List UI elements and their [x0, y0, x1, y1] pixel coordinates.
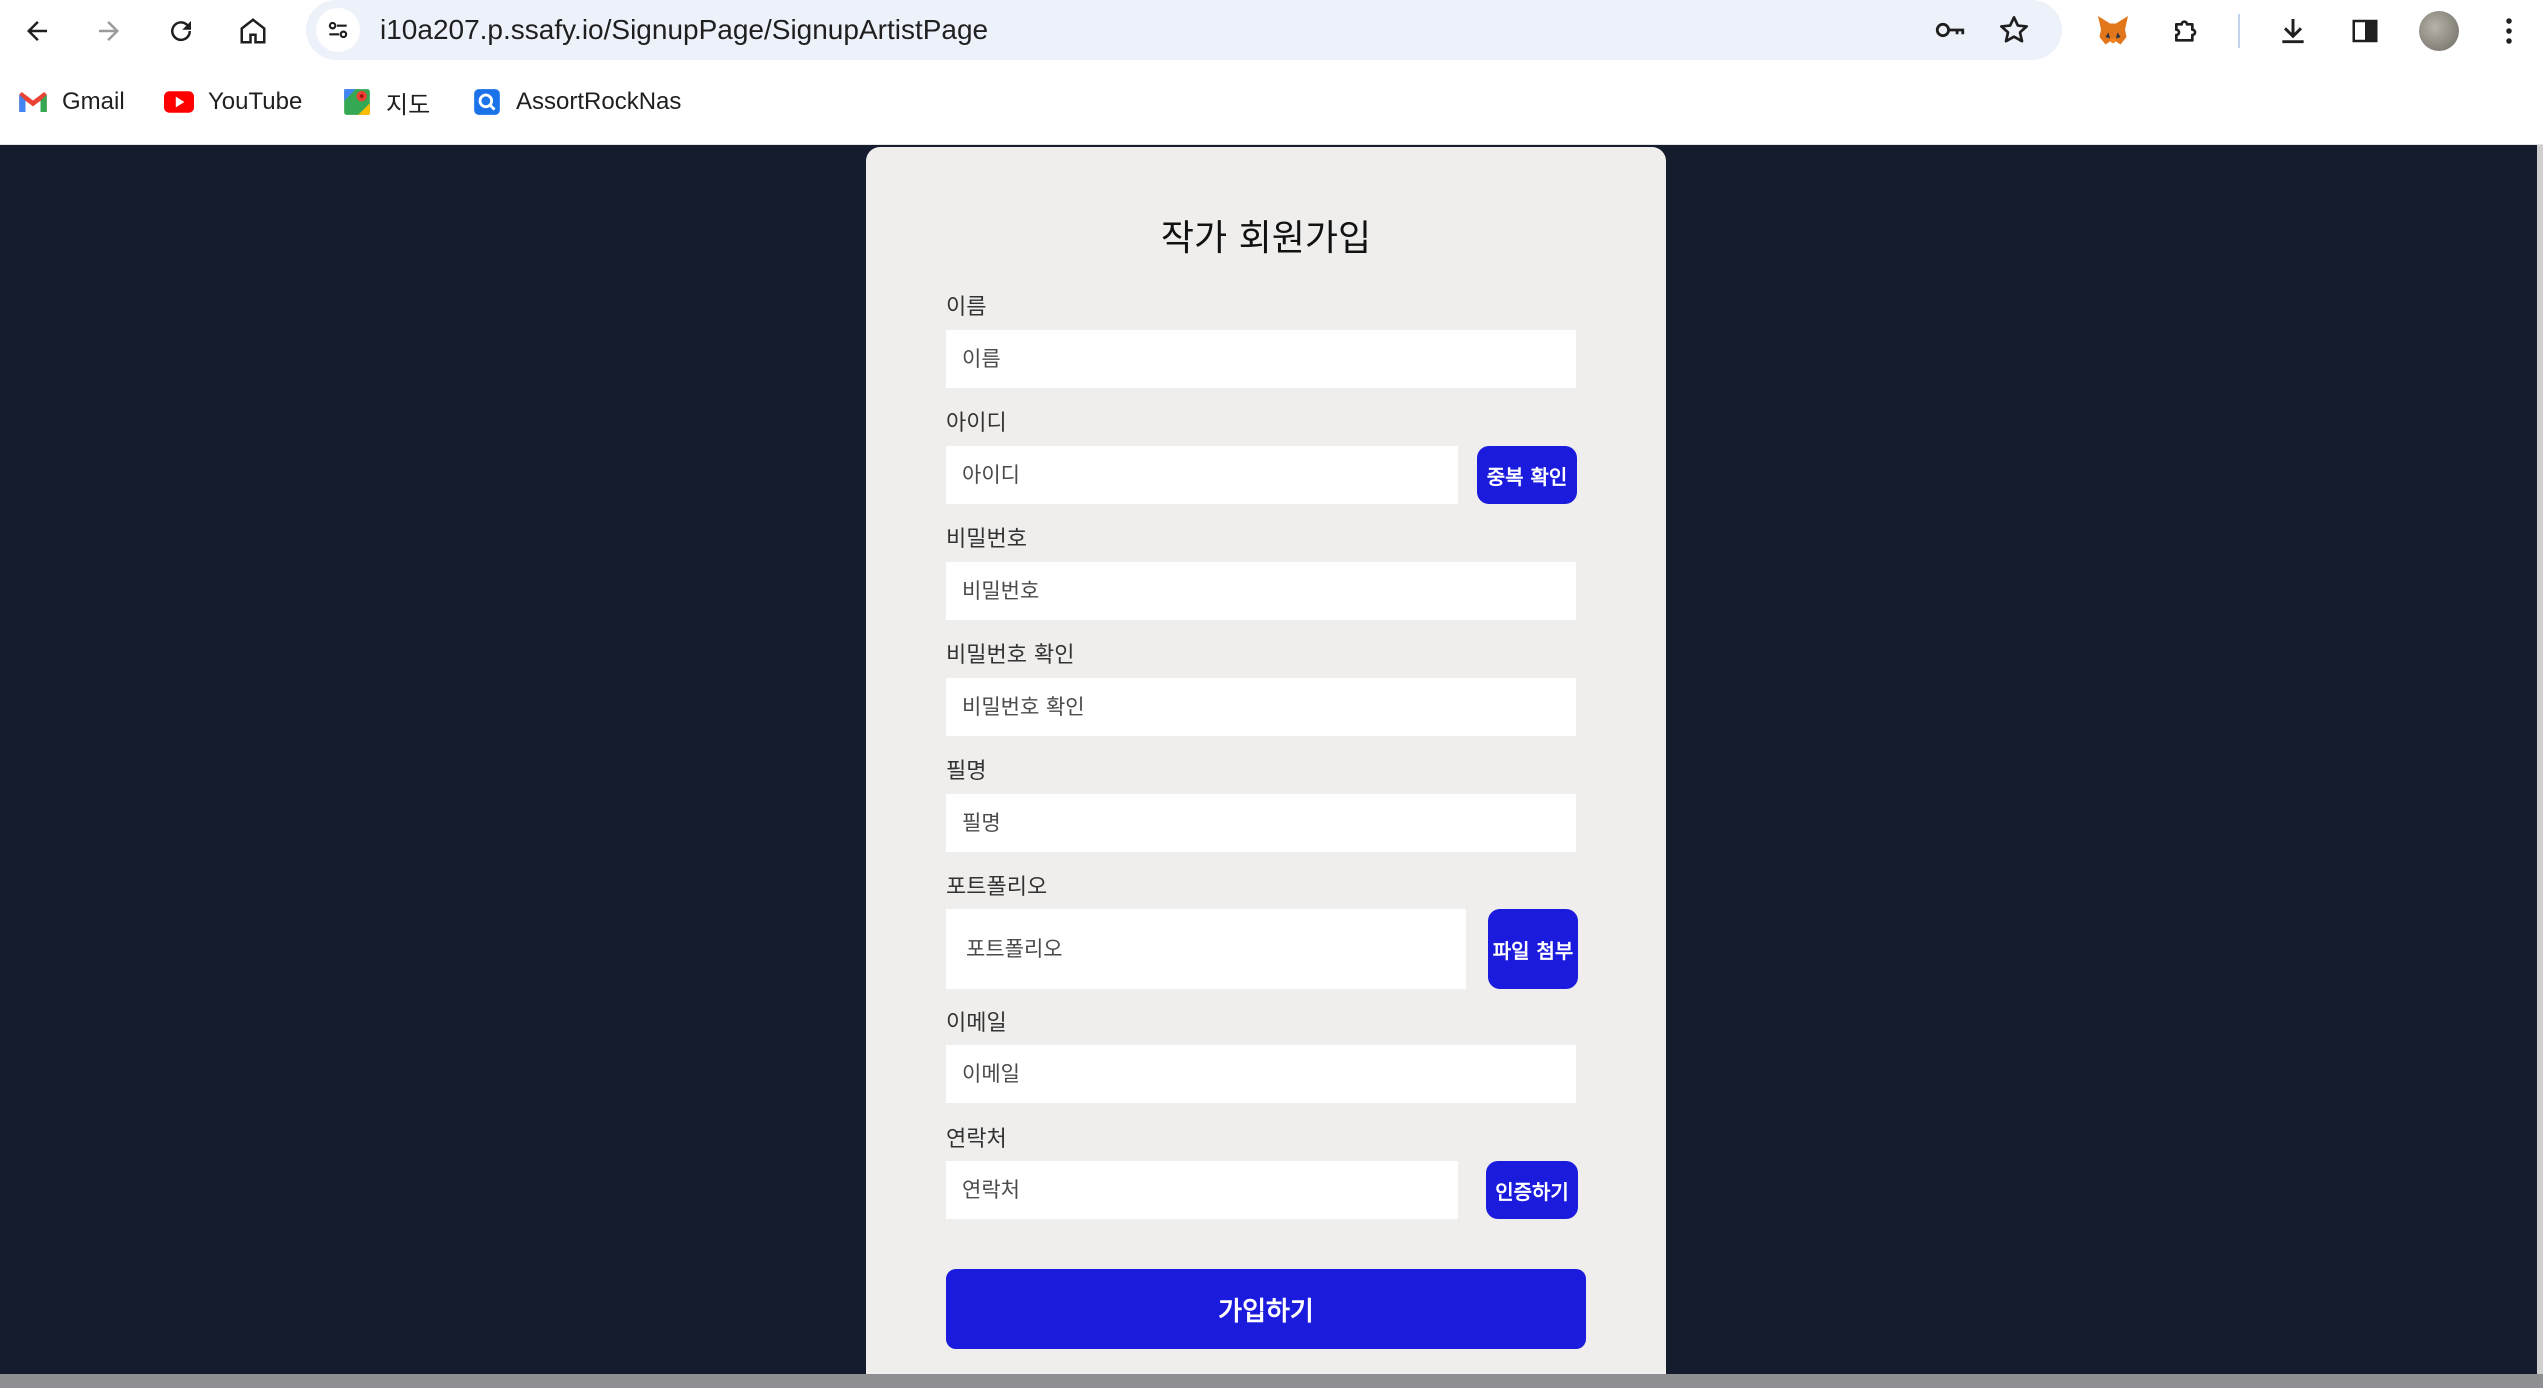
- url-text[interactable]: i10a207.p.ssafy.io/SignupPage/SignupArti…: [380, 14, 988, 46]
- maps-icon: [342, 87, 372, 117]
- attach-file-button[interactable]: 파일 첨부: [1488, 909, 1578, 989]
- bookmark-maps[interactable]: 지도: [342, 80, 430, 124]
- extensions-puzzle-icon[interactable]: [2164, 8, 2210, 54]
- youtube-icon: [164, 87, 194, 117]
- more-menu-icon[interactable]: [2486, 8, 2532, 54]
- forward-icon[interactable]: [86, 8, 132, 54]
- phone-verify-button[interactable]: 인증하기: [1486, 1161, 1578, 1219]
- horizontal-scrollbar[interactable]: [0, 1374, 2543, 1388]
- password-label: 비밀번호: [946, 527, 1027, 552]
- name-input[interactable]: [946, 330, 1576, 388]
- bookmark-gmail[interactable]: Gmail: [18, 80, 125, 124]
- portfolio-label: 포트폴리오: [946, 875, 1048, 900]
- browser-toolbar: i10a207.p.ssafy.io/SignupPage/SignupArti…: [0, 0, 2543, 62]
- toolbar-divider: [2238, 14, 2240, 48]
- signup-submit-button[interactable]: 가입하기: [946, 1269, 1586, 1349]
- home-icon[interactable]: [230, 8, 276, 54]
- userid-input[interactable]: [946, 446, 1458, 504]
- name-label: 이름: [946, 295, 987, 320]
- bookmark-star-icon[interactable]: [1992, 8, 2036, 52]
- bookmark-label: YouTube: [208, 88, 303, 115]
- signup-card: 작가 회원가입 이름 아이디 중복 확인 비밀번호 비밀번호 확인 필명 포트폴…: [866, 147, 1666, 1387]
- vertical-scrollbar[interactable]: [2537, 145, 2543, 1375]
- portfolio-input[interactable]: [946, 909, 1466, 989]
- bookmarks-bar: Gmail YouTube 지도 AssortRockNas: [0, 62, 2543, 145]
- download-icon[interactable]: [2270, 8, 2316, 54]
- userid-label: 아이디: [946, 411, 1007, 436]
- site-info-icon[interactable]: [316, 8, 360, 52]
- id-duplicate-check-button[interactable]: 중복 확인: [1477, 446, 1577, 504]
- email-input[interactable]: [946, 1045, 1576, 1103]
- metamask-fox-icon[interactable]: [2090, 8, 2136, 54]
- phone-label: 연락처: [946, 1127, 1007, 1152]
- bookmark-label: Gmail: [62, 88, 125, 115]
- profile-avatar[interactable]: [2416, 8, 2462, 54]
- page-title: 작가 회원가입: [1160, 218, 1372, 259]
- gmail-icon: [18, 87, 48, 117]
- phone-input[interactable]: [946, 1161, 1458, 1219]
- address-bar[interactable]: i10a207.p.ssafy.io/SignupPage/SignupArti…: [306, 0, 2062, 60]
- email-label: 이메일: [946, 1011, 1007, 1036]
- bookmark-assortrocknas[interactable]: AssortRockNas: [472, 80, 681, 124]
- password-confirm-input[interactable]: [946, 678, 1576, 736]
- password-key-icon[interactable]: [1928, 8, 1972, 52]
- password-confirm-label: 비밀번호 확인: [946, 643, 1075, 668]
- side-panel-icon[interactable]: [2342, 8, 2388, 54]
- bookmark-youtube[interactable]: YouTube: [164, 80, 302, 124]
- pen-name-input[interactable]: [946, 794, 1576, 852]
- password-input[interactable]: [946, 562, 1576, 620]
- back-icon[interactable]: [14, 8, 60, 54]
- nas-icon: [472, 87, 502, 117]
- pen-name-label: 필명: [946, 759, 987, 784]
- bookmark-label: AssortRockNas: [516, 88, 682, 115]
- bookmark-label: 지도: [386, 91, 431, 119]
- reload-icon[interactable]: [158, 8, 204, 54]
